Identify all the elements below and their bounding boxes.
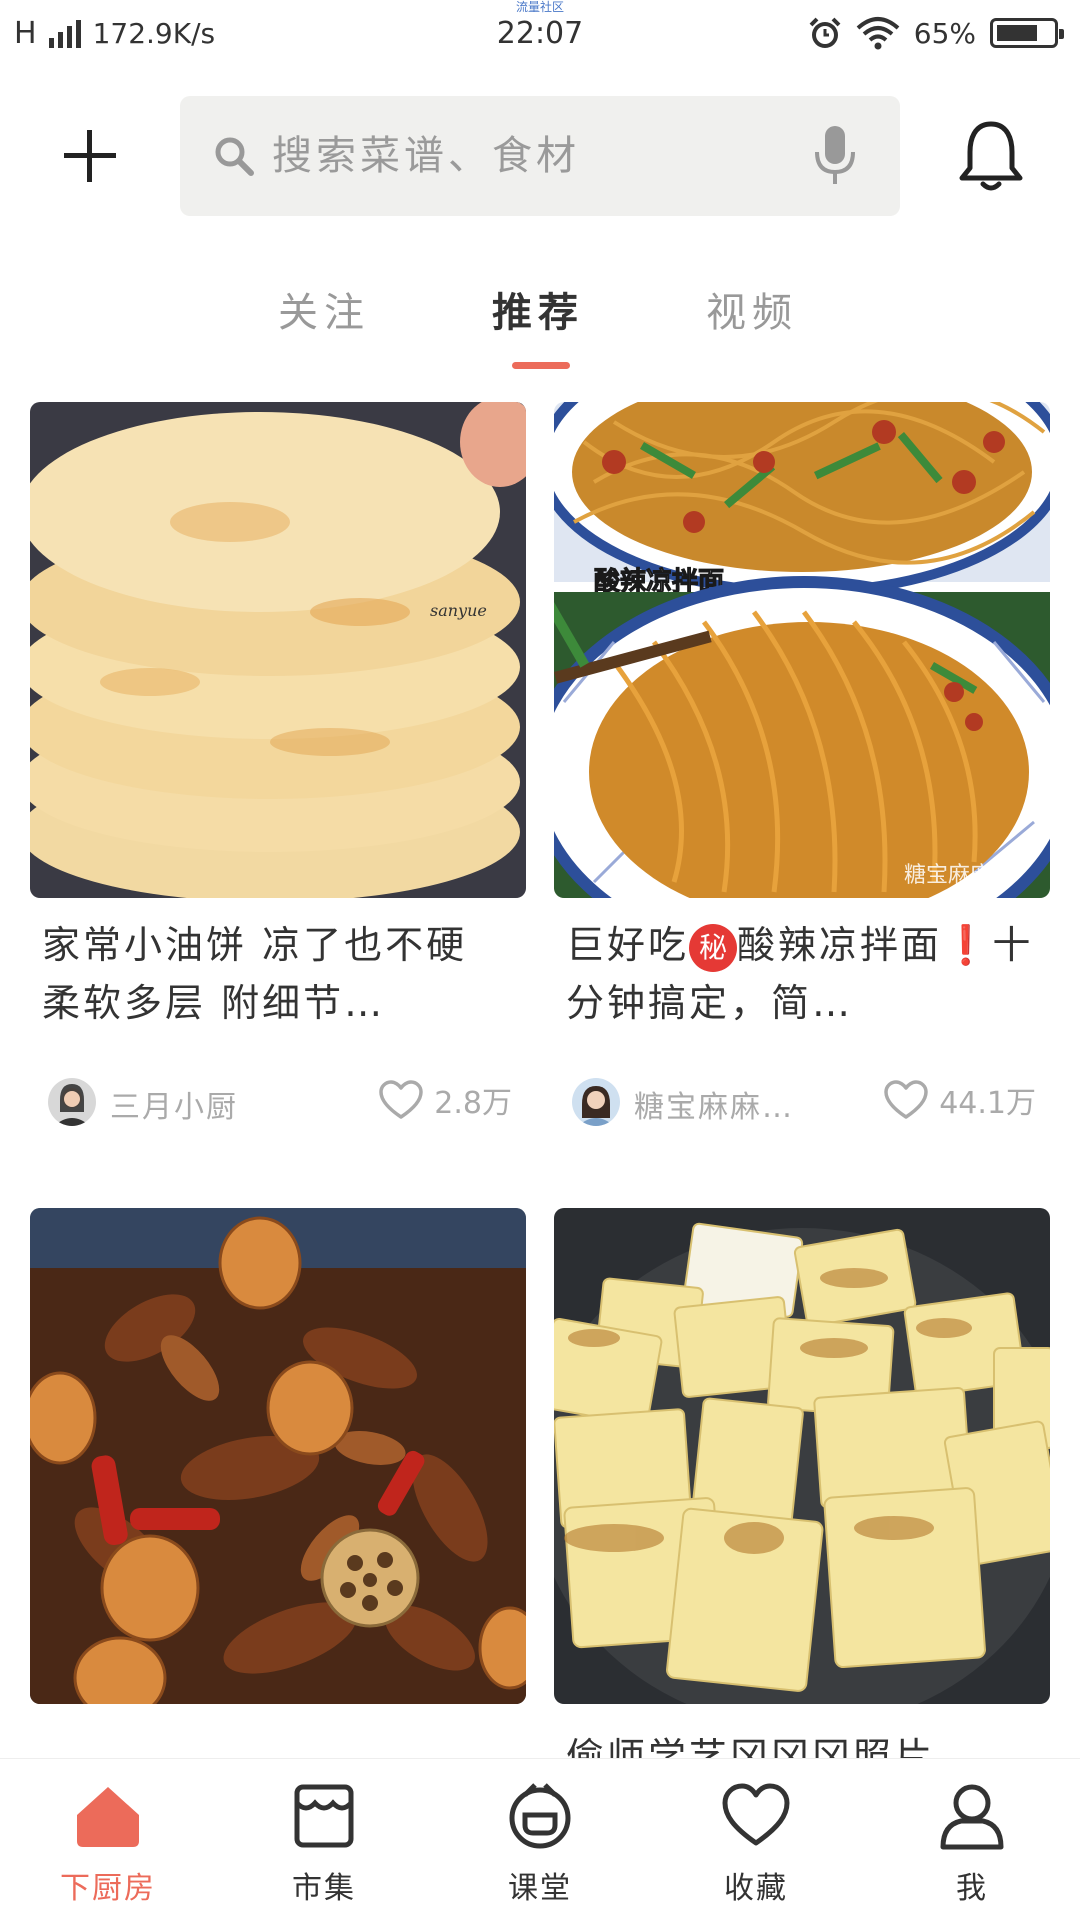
recipe-meta: 糖宝麻麻… 44.1万 xyxy=(554,1062,1050,1142)
recipe-title[interactable]: 家常小油饼 凉了也不硬 柔软多层 附细节… xyxy=(30,916,526,1032)
home-icon xyxy=(77,1787,139,1847)
microphone-icon[interactable] xyxy=(812,124,858,188)
tab-follow[interactable]: 关注 xyxy=(278,280,370,338)
heart-icon xyxy=(722,1783,790,1846)
like-button[interactable]: 44.1万 xyxy=(883,1078,1036,1122)
nav-label: 课堂 xyxy=(508,1871,572,1906)
search-input[interactable] xyxy=(272,96,752,216)
title-part: 酸辣凉拌面 xyxy=(737,923,943,967)
status-bar: H 172.9K/s 流量社区 22:07 65% xyxy=(0,0,1080,72)
image-watermark-sanyue: sanyue xyxy=(430,601,487,620)
tab-video[interactable]: 视频 xyxy=(706,280,798,338)
title-part: 巨好吃 xyxy=(566,923,690,967)
heart-outline-icon xyxy=(884,1080,928,1119)
like-count: 2.8万 xyxy=(434,1086,512,1121)
recipe-image-braised-chicken[interactable] xyxy=(30,1208,526,1704)
nav-market[interactable]: 市集 xyxy=(244,1781,404,1907)
status-right: 65% xyxy=(808,16,1064,50)
nav-label: 下厨房 xyxy=(60,1871,156,1906)
nav-favorites[interactable]: 收藏 xyxy=(676,1781,836,1907)
create-button[interactable] xyxy=(58,124,122,188)
feed-tabs: 关注 推荐 视频 xyxy=(0,270,1080,380)
recipe-card[interactable] xyxy=(30,1208,526,1704)
search-bar[interactable] xyxy=(180,96,900,216)
nav-label: 市集 xyxy=(292,1871,356,1906)
secret-badge: 秘 xyxy=(689,923,738,972)
recipe-image-pancake[interactable]: sanyue xyxy=(30,402,526,898)
author-name[interactable]: 三月小厨 xyxy=(110,1082,238,1126)
recipe-card[interactable]: 偷师学艺冈冈冈照片 xyxy=(554,1208,1050,1758)
market-icon xyxy=(294,1784,354,1848)
heart-outline-icon xyxy=(379,1080,424,1119)
wifi-icon xyxy=(856,17,900,50)
alarm-icon xyxy=(809,17,841,48)
recipe-card[interactable]: 酸辣凉拌面 糖宝麻麻 巨好吃 秘 酸辣凉拌面❗十分钟搞定，简… 糖宝麻麻… 44… xyxy=(554,402,1050,1142)
nav-home[interactable]: 下厨房 xyxy=(28,1781,188,1907)
image-watermark: 糖宝麻麻 xyxy=(904,863,992,888)
profile-icon xyxy=(940,1784,1004,1850)
nav-label: 收藏 xyxy=(724,1871,788,1906)
battery-percent: 65% xyxy=(913,16,976,50)
header-bar xyxy=(0,96,1080,216)
like-button[interactable]: 2.8万 xyxy=(378,1078,512,1122)
recipe-image-tofu[interactable] xyxy=(554,1208,1050,1704)
avatar[interactable] xyxy=(572,1078,620,1126)
recipe-image-noodles[interactable]: 酸辣凉拌面 糖宝麻麻 xyxy=(554,402,1050,898)
exclamation-icon: ❗ xyxy=(942,923,993,967)
classroom-icon xyxy=(509,1783,571,1849)
status-watermark: 流量社区 xyxy=(515,0,564,14)
recipe-title[interactable]: 巨好吃秘酸辣凉拌面❗十分钟搞定，简… xyxy=(554,916,1050,1032)
nav-classroom[interactable]: 课堂 xyxy=(460,1781,620,1907)
author-name[interactable]: 糖宝麻麻… xyxy=(634,1082,794,1126)
recipe-feed: sanyue 家常小油饼 凉了也不硬 柔软多层 附细节… 三月小厨 2.8万 酸… xyxy=(0,402,1080,1758)
nav-profile[interactable]: 我 xyxy=(892,1781,1052,1907)
avatar[interactable] xyxy=(48,1078,96,1126)
tab-indicator xyxy=(512,362,570,369)
recipe-card[interactable]: sanyue 家常小油饼 凉了也不硬 柔软多层 附细节… 三月小厨 2.8万 xyxy=(30,402,526,1142)
battery-icon xyxy=(990,18,1064,48)
tab-recommend[interactable]: 推荐 xyxy=(492,280,584,338)
app-screen: H 172.9K/s 流量社区 22:07 65% 搜索菜谱、食材 关注 推荐 … xyxy=(0,0,1080,1920)
nav-label: 我 xyxy=(956,1871,988,1906)
like-count: 44.1万 xyxy=(939,1086,1036,1121)
search-icon xyxy=(215,137,254,176)
bottom-nav: 下厨房 市集 课堂 收藏 我 xyxy=(0,1758,1080,1920)
recipe-title[interactable]: 偷师学艺冈冈冈照片 xyxy=(554,1728,1050,1758)
recipe-meta: 三月小厨 2.8万 xyxy=(30,1062,526,1142)
notification-bell-icon[interactable] xyxy=(956,118,1026,194)
